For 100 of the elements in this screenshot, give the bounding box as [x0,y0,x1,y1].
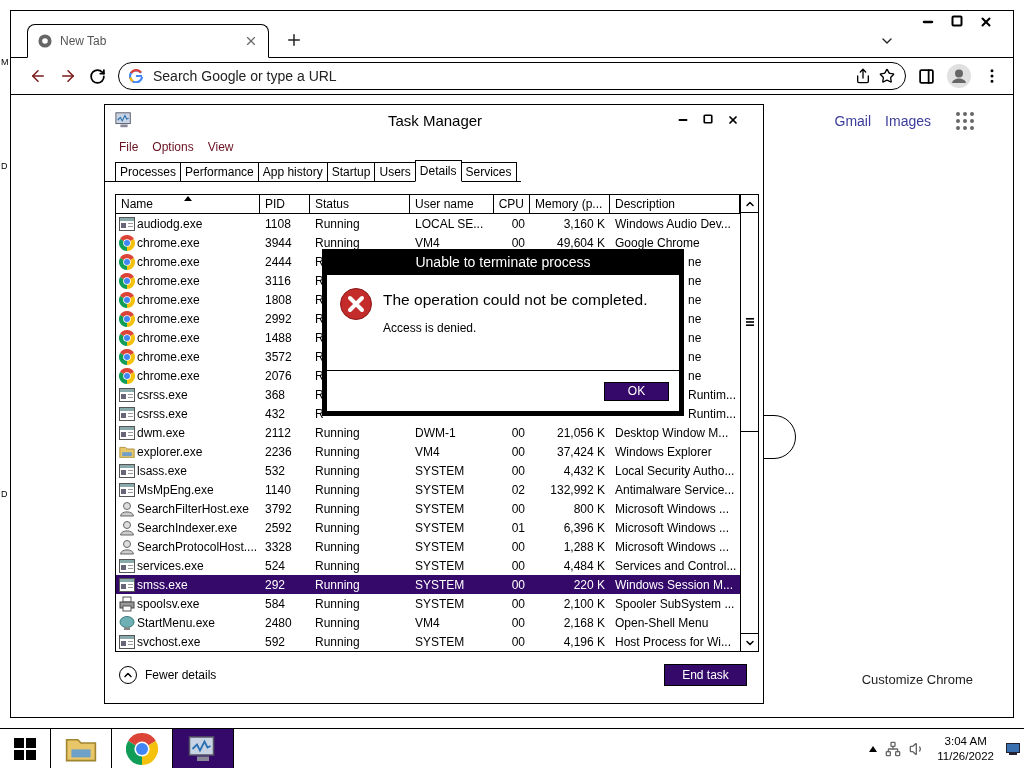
table-cell-text: VM4 [414,444,441,459]
table-cell-text: 1808 [264,292,293,307]
table-cell-text: Windows Audio Dev... [614,216,732,231]
table-cell-text: 00 [510,463,526,478]
table-cell: chrome.exe [116,348,260,365]
table-cell: dwm.exe [116,425,260,440]
table-cell-text: 2444 [264,254,293,269]
table-cell-text: 00 [510,634,526,649]
table-cell-text: Running [314,425,361,440]
table-cell-text: LOCAL SE... [414,216,485,231]
table-cell: StartMenu.exe [116,614,260,631]
table-cell-text: Running [314,577,361,592]
table-cell-text: Running [314,482,361,497]
table-cell: MsMpEng.exe [116,482,260,497]
table-cell: SearchIndexer.exe [116,519,260,536]
table-cell-text: 220 K [572,577,606,592]
table-cell-text: 1488 [264,330,293,345]
table-cell-text: 2112 [264,425,292,440]
table-cell-text: Local Security Autho... [614,463,736,478]
table-cell-text: ne [687,349,703,364]
table-cell-text: Running [314,444,361,459]
table-cell-text: Windows Explorer [614,444,713,459]
desktop-label: M [1,57,9,67]
table-cell-text: Microsoft Windows ... [614,501,731,516]
table-cell-text: SYSTEM [414,501,466,516]
table-cell: svchost.exe [116,634,260,649]
table-cell-text: 37,424 K [555,444,606,459]
table-cell-text: 6,396 K [562,520,606,535]
table-cell-text: SYSTEM [414,558,466,573]
table-cell: SearchProtocolHost.... [116,538,260,555]
table-cell-text: 532 [264,463,287,478]
table-cell-text: SYSTEM [414,539,466,554]
table-cell-text: 4,484 K [562,558,606,573]
table-cell: csrss.exe [116,387,260,402]
dialog-detail: Access is denied. [383,321,478,335]
table-cell-text: 2,100 K [562,596,606,611]
table-cell-text: Host Process for Wi... [614,634,733,649]
table-cell-text: Running [314,615,361,630]
table-cell: services.exe [116,558,260,573]
table-cell-text: SYSTEM [414,634,466,649]
table-cell-text: Running [314,596,361,611]
table-cell: chrome.exe [116,253,260,270]
table-cell-text: 2076 [264,368,293,383]
table-cell-text: 00 [510,615,526,630]
table-cell: chrome.exe [116,272,260,289]
table-cell-text: 524 [264,558,287,573]
table-cell: spoolsv.exe [116,595,260,612]
table-cell-text: 00 [510,539,526,554]
table-cell-text: 00 [510,425,526,440]
table-cell-text: Microsoft Windows ... [614,520,731,535]
table-cell-text: Desktop Window M... [614,425,730,440]
table-cell-text: Services and Control... [614,558,738,573]
table-cell-text: ne [687,254,703,269]
table-cell-text: Runtim... [687,387,737,402]
table-cell: csrss.exe [116,406,260,421]
table-cell-text: 00 [510,558,526,573]
table-cell-text: SYSTEM [414,463,466,478]
table-cell-text: Microsoft Windows ... [614,539,731,554]
table-cell-text: 21,056 K [555,425,606,440]
table-cell-text: ne [687,330,703,345]
table-cell-text: SYSTEM [414,596,466,611]
table-cell-text: 432 [264,406,287,421]
table-cell-text: Running [314,216,361,231]
table-cell-text: 2236 [264,444,293,459]
table-cell-text: ne [687,311,703,326]
table-cell-text: 00 [510,577,526,592]
table-cell-text: ne [687,292,703,307]
dialog-title: Unable to terminate process [414,253,592,272]
table-cell-text: Running [314,539,361,554]
table-cell-text: 1108 [264,216,292,231]
table-cell-text: 02 [510,482,526,497]
table-cell-text: DWM-1 [414,425,457,440]
table-cell-text: Running [314,463,361,478]
table-cell-text: ne [687,368,703,383]
table-cell-text: 3116 [264,273,292,288]
table-cell-text: Google Chrome [614,235,701,250]
table-cell-text: VM4 [414,235,441,250]
table-cell-text: 3944 [264,235,293,250]
table-cell-text: ne [687,273,703,288]
table-cell: audiodg.exe [116,216,260,231]
dialog-message: The operation could not be completed. [383,291,648,309]
table-cell-text: SYSTEM [414,520,466,535]
table-cell-text: 00 [510,216,526,231]
table-cell-text: 1140 [264,482,292,497]
table-cell-text: VM4 [414,615,441,630]
table-cell-text: 4,196 K [562,634,606,649]
table-cell-text: Windows Session M... [614,577,735,592]
table-cell: chrome.exe [116,367,260,384]
table-cell-text: 4,432 K [562,463,606,478]
table-cell-text: 00 [510,596,526,611]
table-cell: chrome.exe [116,310,260,327]
table-cell-text: Spooler SubSystem ... [614,596,736,611]
table-cell-text: SYSTEM [414,577,466,592]
table-cell-text: 3572 [264,349,293,364]
table-cell: explorer.exe [116,444,260,459]
table-cell-text: Open-Shell Menu [614,615,710,630]
table-cell-text: Running [314,634,361,649]
table-cell-text: 00 [510,444,526,459]
table-cell-text: 584 [264,596,287,611]
table-cell-text: 1,288 K [562,539,606,554]
